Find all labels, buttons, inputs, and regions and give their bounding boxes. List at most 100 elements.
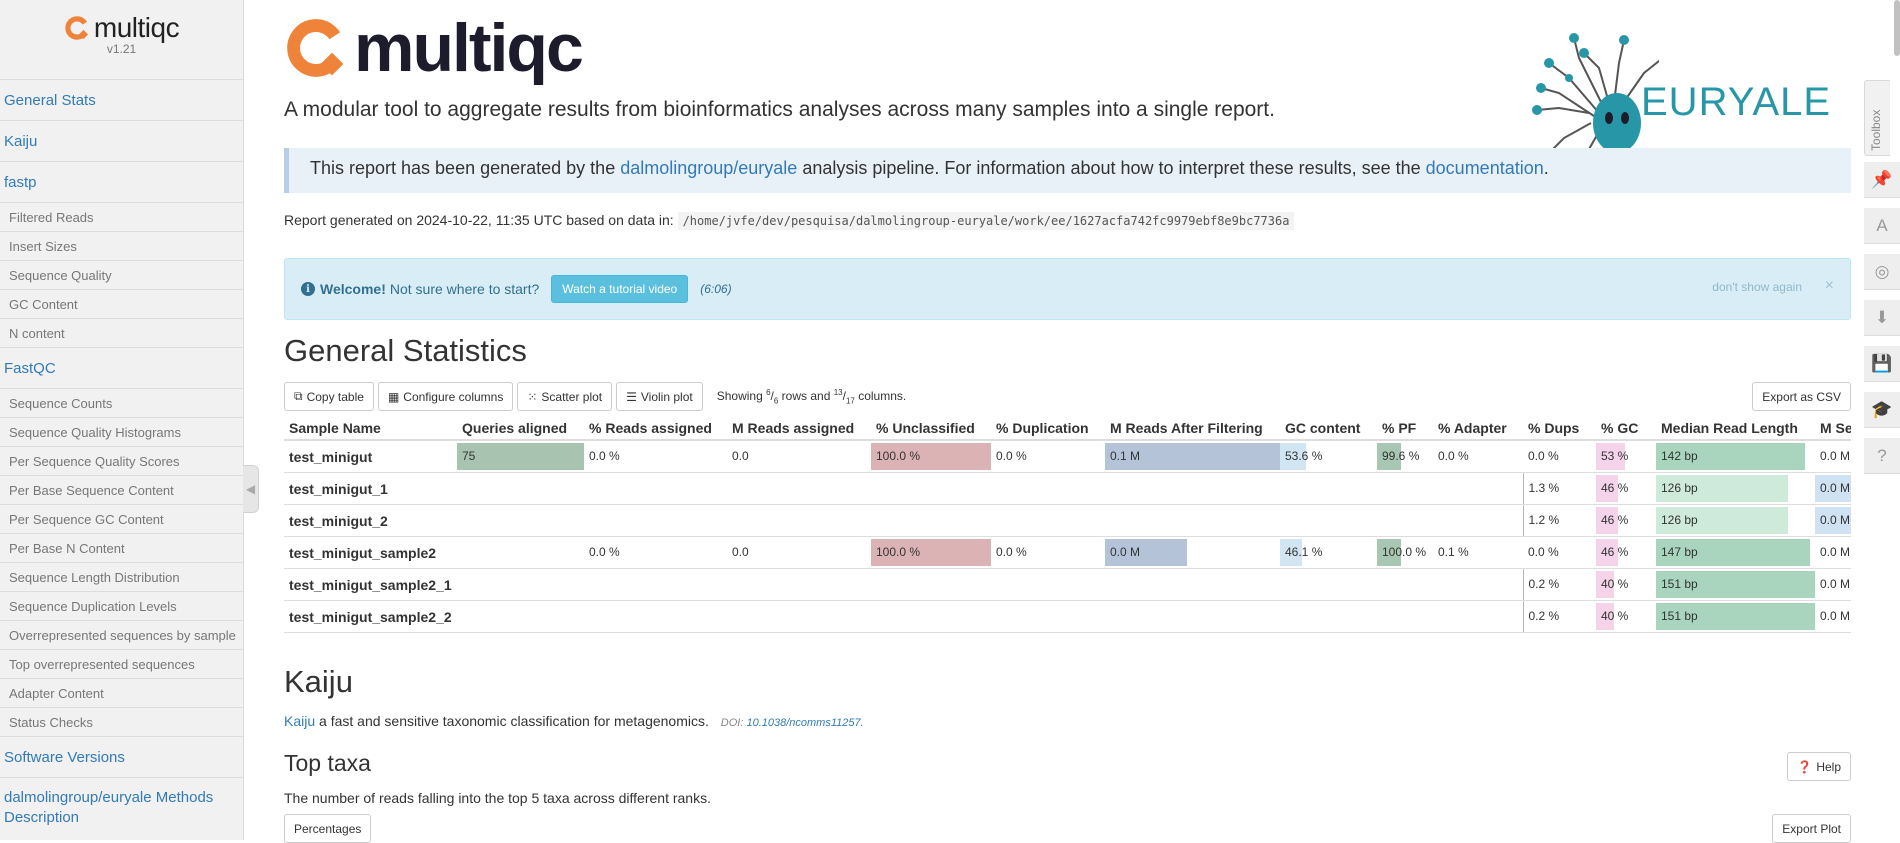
nav-insert-sizes[interactable]: Insert Sizes: [0, 232, 243, 261]
table-cell: 46 %: [1596, 536, 1656, 569]
toolbox-tab[interactable]: Toolbox: [1864, 80, 1890, 156]
close-icon[interactable]: ×: [1825, 277, 1834, 295]
question-circle-icon: ❓: [1797, 759, 1813, 774]
nav-methods-description[interactable]: dalmolingroup/euryale Methods Descriptio…: [0, 778, 243, 840]
tutorial-duration: (6:06): [700, 282, 732, 296]
sample-name[interactable]: test_minigut_sample2: [284, 536, 457, 569]
watch-tutorial-button[interactable]: Watch a tutorial video: [551, 275, 689, 303]
kaiju-link[interactable]: Kaiju: [284, 713, 315, 729]
column-header[interactable]: % Duplication: [991, 416, 1105, 441]
column-header[interactable]: M Seqs: [1815, 416, 1851, 441]
sample-name[interactable]: test_minigut_sample2_2: [284, 600, 457, 633]
nav-top-overrepresented[interactable]: Top overrepresented sequences: [0, 650, 243, 679]
column-header[interactable]: Queries aligned: [457, 416, 584, 441]
table-cell: 151 bp: [1656, 568, 1815, 601]
configure-columns-label: Configure columns: [403, 389, 504, 404]
nav-software-versions[interactable]: Software Versions: [0, 737, 243, 778]
cell-value: 0.2 %: [1528, 577, 1560, 591]
nav-gc-content[interactable]: GC Content: [0, 290, 243, 319]
table-cell: 142 bp: [1656, 440, 1815, 473]
nav-fastp[interactable]: fastp: [0, 162, 243, 203]
export-csv-button[interactable]: Export as CSV: [1752, 382, 1851, 411]
cell-value: [1280, 481, 1285, 495]
table-cell: 53.6 %: [1280, 440, 1377, 473]
cell-value: 0.2 %: [1528, 609, 1560, 623]
column-header[interactable]: % PF: [1377, 416, 1433, 441]
graduation-cap-icon[interactable]: 🎓: [1864, 392, 1900, 428]
nav-sequence-duplication-levels[interactable]: Sequence Duplication Levels: [0, 592, 243, 621]
save-icon[interactable]: 💾: [1864, 346, 1900, 382]
percentages-button[interactable]: Percentages: [284, 814, 372, 843]
font-icon[interactable]: A: [1864, 208, 1900, 244]
nav-n-content[interactable]: N content: [0, 319, 243, 348]
sample-name[interactable]: test_minigut_2: [284, 504, 457, 537]
configure-columns-button[interactable]: ▦ Configure columns: [377, 382, 514, 411]
cell-value: 142 bp: [1661, 449, 1698, 463]
column-header[interactable]: % Adapter: [1433, 416, 1523, 441]
nav-overrepresented-by-sample[interactable]: Overrepresented sequences by sample: [0, 621, 243, 650]
grid-icon: ▦: [387, 389, 400, 404]
cell-value: 147 bp: [1661, 545, 1698, 559]
nav-fastqc[interactable]: FastQC: [0, 348, 243, 389]
table-cell: 0.0 %: [584, 440, 727, 473]
euryale-text: EURYALE: [1641, 79, 1832, 124]
nav-sequence-length-distribution[interactable]: Sequence Length Distribution: [0, 563, 243, 592]
pipeline-link[interactable]: dalmolingroup/euryale: [620, 158, 797, 178]
copy-table-button[interactable]: ⧉ Copy table: [284, 382, 374, 411]
nav-status-checks[interactable]: Status Checks: [0, 708, 243, 737]
cell-value: 0.0 M: [1820, 609, 1851, 623]
nav-per-base-sequence-content[interactable]: Per Base Sequence Content: [0, 476, 243, 505]
kaiju-doi-link[interactable]: 10.1038/ncomms11257.: [746, 717, 863, 729]
pin-icon[interactable]: 📌: [1864, 162, 1900, 198]
sidebar-logo[interactable]: multiqc v1.21: [0, 0, 243, 80]
nav-sequence-quality-histograms[interactable]: Sequence Quality Histograms: [0, 418, 243, 447]
help-icon[interactable]: ?: [1864, 438, 1900, 474]
dont-show-again-link[interactable]: don't show again: [1712, 280, 1802, 294]
cell-value: [1377, 513, 1382, 527]
eye-slash-icon[interactable]: ◎: [1864, 254, 1900, 290]
cell-value: 0.0 M: [1820, 481, 1851, 495]
cell-value: 0.0: [732, 449, 749, 463]
scatter-plot-button[interactable]: ⁙ Scatter plot: [517, 382, 613, 411]
column-header[interactable]: M Reads After Filtering: [1105, 416, 1280, 441]
column-header[interactable]: Sample Name: [284, 416, 457, 441]
column-header[interactable]: M Reads assigned: [727, 416, 871, 441]
help-button[interactable]: ❓ Help: [1787, 752, 1851, 781]
nav-filtered-reads[interactable]: Filtered Reads: [0, 203, 243, 232]
column-header[interactable]: % Dups: [1523, 416, 1596, 441]
cell-value: [1105, 481, 1110, 495]
column-header[interactable]: % Unclassified: [871, 416, 991, 441]
cell-value: 0.0 M: [1820, 449, 1851, 463]
nav-per-base-n-content[interactable]: Per Base N Content: [0, 534, 243, 563]
column-header[interactable]: Median Read Length: [1656, 416, 1815, 441]
documentation-link[interactable]: documentation: [1426, 158, 1544, 178]
column-header[interactable]: % GC: [1596, 416, 1656, 441]
table-cell: 0.0 M: [1815, 504, 1851, 537]
violin-plot-button[interactable]: ☰ Violin plot: [616, 382, 703, 411]
welcome-bold: Welcome!: [320, 281, 386, 297]
table-cell: 1.3 %: [1522, 472, 1596, 505]
export-plot-button[interactable]: Export Plot: [1772, 814, 1851, 843]
column-header[interactable]: % Reads assigned: [584, 416, 727, 441]
nav-per-sequence-quality-scores[interactable]: Per Sequence Quality Scores: [0, 447, 243, 476]
cell-value: 0.0 %: [1438, 449, 1469, 463]
table-cell: [991, 504, 1105, 537]
multiqc-logo-icon: [287, 19, 345, 77]
nav-kaiju[interactable]: Kaiju: [0, 121, 243, 162]
sample-name[interactable]: test_minigut_1: [284, 472, 457, 505]
nav-sequence-quality[interactable]: Sequence Quality: [0, 261, 243, 290]
cell-value: [727, 609, 732, 623]
sample-name[interactable]: test_minigut_sample2_1: [284, 568, 457, 601]
sidebar-collapse-toggle[interactable]: ◀: [243, 465, 259, 513]
nav-general-stats[interactable]: General Stats: [0, 80, 243, 121]
sample-name[interactable]: test_minigut: [284, 440, 457, 473]
nav-per-sequence-gc-content[interactable]: Per Sequence GC Content: [0, 505, 243, 534]
download-icon[interactable]: ⬇: [1864, 300, 1900, 336]
nav-sequence-counts[interactable]: Sequence Counts: [0, 389, 243, 418]
column-header[interactable]: GC content: [1280, 416, 1377, 441]
nav-adapter-content[interactable]: Adapter Content: [0, 679, 243, 708]
cell-value: 46 %: [1601, 513, 1629, 527]
table-cell: [457, 536, 584, 569]
page-scrollbar[interactable]: [1894, 0, 1900, 56]
top-taxa-title: Top taxa: [284, 750, 371, 776]
